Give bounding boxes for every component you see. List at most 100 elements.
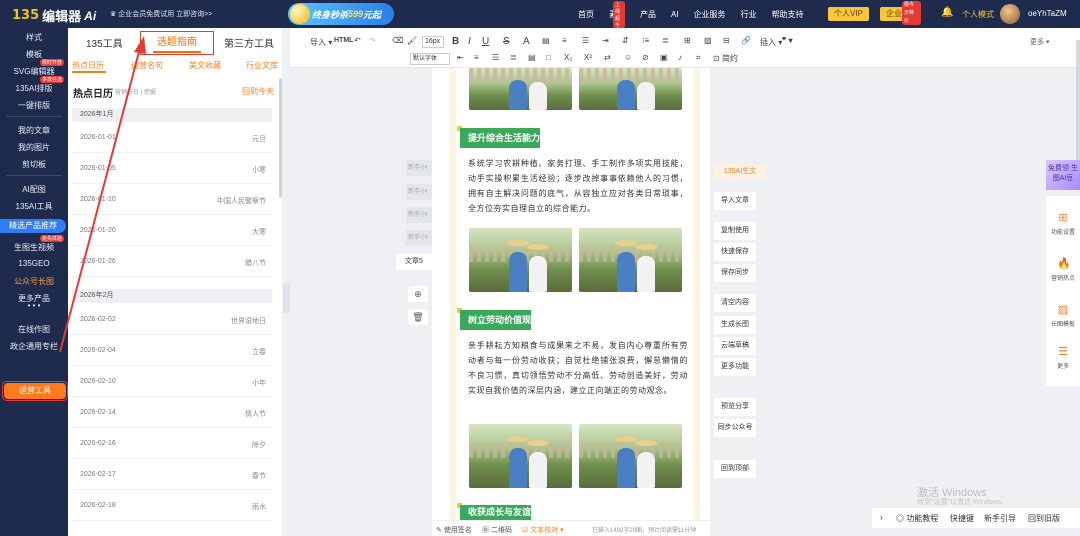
calendar-row[interactable]: 2026-01-05 小寒 (72, 154, 272, 184)
indent-icon[interactable]: ⇥ (602, 36, 609, 45)
copy-use-button[interactable]: 复制使用 (714, 222, 756, 240)
nav-enterprise[interactable]: 企业服务 (694, 9, 726, 20)
rail-settings[interactable]: ⊞ 功能设置 (1046, 212, 1080, 236)
tab-third-party[interactable]: 第三方工具 (224, 35, 274, 50)
table-icon[interactable]: ⊞ (684, 36, 691, 45)
font-color-icon[interactable]: A (523, 36, 530, 47)
sidebar-item-long-image[interactable]: 公众号长图 (0, 276, 68, 287)
emoji-icon[interactable]: ☺ (624, 53, 632, 62)
calendar-row[interactable]: 2026-02-14 情人节 (72, 398, 272, 428)
nav-industry[interactable]: 行业 (741, 9, 757, 20)
video-icon[interactable]: ▣ (660, 53, 668, 62)
sidebar-item-image-video[interactable]: 生图生视频 (0, 242, 68, 253)
image-icon[interactable]: ▨ (704, 36, 712, 45)
back-to-top-button[interactable]: 回到顶部 (714, 460, 756, 478)
enterprise-trial-link[interactable]: ♛ 企业会员免费试用 立即咨询>> (110, 9, 212, 19)
add-icon[interactable]: ⊕ (408, 286, 428, 302)
subscript-icon[interactable]: X₂ (564, 53, 572, 62)
calendar-row[interactable]: 2026-01-10 中国人民警察节 (72, 185, 272, 215)
article-photo[interactable] (469, 68, 572, 110)
nav-products[interactable]: 产品 (640, 9, 656, 20)
cloud-draft-button[interactable]: 云端草稿 (714, 337, 756, 355)
import-button[interactable]: 导入 ▾ (310, 37, 332, 48)
quote-icon[interactable]: ❞ ▾ (782, 36, 793, 45)
link-icon[interactable]: 🔗 (741, 36, 751, 45)
personal-vip-button[interactable]: 个人VIP (828, 7, 869, 21)
trash-icon[interactable]: 🗑 (408, 309, 428, 325)
ai-write-button[interactable]: 135AI生文 (714, 164, 766, 180)
shortcuts-link[interactable]: 快捷键 (950, 513, 974, 524)
line-height-icon[interactable]: ☰ (582, 36, 589, 45)
panel-scrollbar[interactable] (279, 78, 282, 198)
more-functions-button[interactable]: 更多功能 (714, 358, 756, 376)
page-scrollbar[interactable] (1076, 40, 1080, 160)
import-article-button[interactable]: 导入文章 (714, 192, 756, 210)
subtab-industry-library[interactable]: 行业文库 (246, 60, 278, 71)
redo-icon[interactable]: ↷ (369, 36, 376, 45)
italic-icon[interactable]: I (468, 36, 471, 47)
beginner-guide-link[interactable]: 新手引导 (984, 513, 1016, 524)
sidebar-item-online-design[interactable]: 在线作图 (0, 324, 68, 335)
eraser-icon[interactable]: ⌫ (392, 36, 403, 45)
personal-mode-switch[interactable]: 个人模式 (962, 9, 994, 20)
sidebar-item-ai-layout[interactable]: 135AI排版 (0, 83, 68, 94)
sidebar-item-ops-tools[interactable]: 运营工具 (4, 383, 66, 399)
format-painter-icon[interactable]: 🖌 (407, 36, 417, 45)
audio-icon[interactable]: ♪ (678, 53, 682, 62)
simple-style-button[interactable]: ⊡ 简约 (713, 53, 738, 64)
font-size-select[interactable]: 16px (422, 36, 444, 48)
subtab-quotes[interactable]: 运营名句 (131, 60, 163, 71)
sidebar-item-styles[interactable]: 样式 (0, 32, 68, 43)
article-photo[interactable] (579, 68, 682, 110)
ordered-list-icon[interactable]: ≣ (662, 36, 669, 45)
generate-long-image-button[interactable]: 生成长图 (714, 316, 756, 334)
tutorial-link[interactable]: ◎ 功能教程 (896, 513, 938, 524)
sidebar-item-clipboard[interactable]: 剪切板 (0, 159, 68, 170)
calendar-row[interactable]: 2026-02-17 春节 (72, 460, 272, 490)
draft-tab[interactable]: 新手小t (406, 230, 432, 246)
calendar-row[interactable]: 2026-02-10 小年 (72, 367, 272, 397)
tab-135-tools[interactable]: 135工具 (86, 35, 123, 50)
lifetime-sale-banner[interactable]: 终身秒杀 599 元起 (288, 3, 394, 25)
sidebar-item-my-articles[interactable]: 我的文章 (0, 125, 68, 136)
align-left-icon[interactable]: ≡ (474, 53, 479, 62)
calendar-row[interactable]: 2026-01-26 腊八节 (72, 247, 272, 277)
justify-icon[interactable]: ▤ (528, 53, 536, 62)
bold-icon[interactable]: B (452, 36, 459, 47)
nav-help[interactable]: 帮助支持 (772, 9, 804, 20)
tab-topic-guide[interactable]: 选题指南 (140, 31, 214, 55)
rail-long-image-templates[interactable]: ▨ 长图模板 (1046, 304, 1080, 328)
sidebar-item-gov-column[interactable]: 政企通用专栏 (0, 341, 68, 352)
chain-icon[interactable]: ⊘ (642, 53, 649, 62)
draft-tab[interactable]: 新手小t (406, 184, 432, 200)
article-tab[interactable]: 文章5 (396, 254, 432, 270)
avatar[interactable] (1000, 4, 1020, 24)
save-sync-button[interactable]: 保存同步 (714, 264, 756, 282)
html-button[interactable]: HTML (334, 37, 353, 44)
underline-icon[interactable]: U (482, 36, 489, 47)
enterprise-vip-button[interactable]: 企业VIP 限今天特价 (880, 1, 921, 25)
calendar-row[interactable]: 2026-01-20 大寒 (72, 216, 272, 246)
proofread-button[interactable]: ☑ 文本校对 ▾ (522, 525, 564, 535)
rail-more[interactable]: ☰ 更多 (1046, 346, 1080, 370)
calendar-row[interactable]: 2026-02-02 世界湿地日 (72, 305, 272, 335)
article-photo[interactable] (579, 228, 682, 292)
align-right-icon[interactable]: ≣ (510, 53, 517, 62)
collapse-chevron-icon[interactable]: › (880, 513, 883, 522)
undo-icon[interactable]: ↶ (354, 36, 361, 45)
nav-ai[interactable]: AI (671, 10, 679, 19)
calendar-row[interactable]: 2026-01-01 元旦 (72, 123, 272, 153)
signature-button[interactable]: ✎ 使用签名 (436, 525, 472, 535)
clear-content-button[interactable]: 清空内容 (714, 294, 756, 312)
draft-tab[interactable]: 新手小t (406, 207, 432, 223)
sidebar-item-geo[interactable]: 135GEO (0, 259, 68, 268)
border-icon[interactable]: □ (546, 53, 551, 62)
bell-icon[interactable]: 🔔 (941, 7, 953, 18)
calendar-row[interactable]: 2026-02-04 立春 (72, 336, 272, 366)
subtab-favorites[interactable]: 美文收藏 (189, 60, 221, 71)
strikethrough-icon[interactable]: S (503, 36, 510, 47)
draft-tab[interactable]: 新手小t (406, 160, 432, 176)
quick-save-button[interactable]: 快速保存 (714, 243, 756, 261)
nav-materials[interactable]: 素材上线超千 (609, 0, 625, 29)
spacing-icon[interactable]: ⇵ (622, 36, 629, 45)
